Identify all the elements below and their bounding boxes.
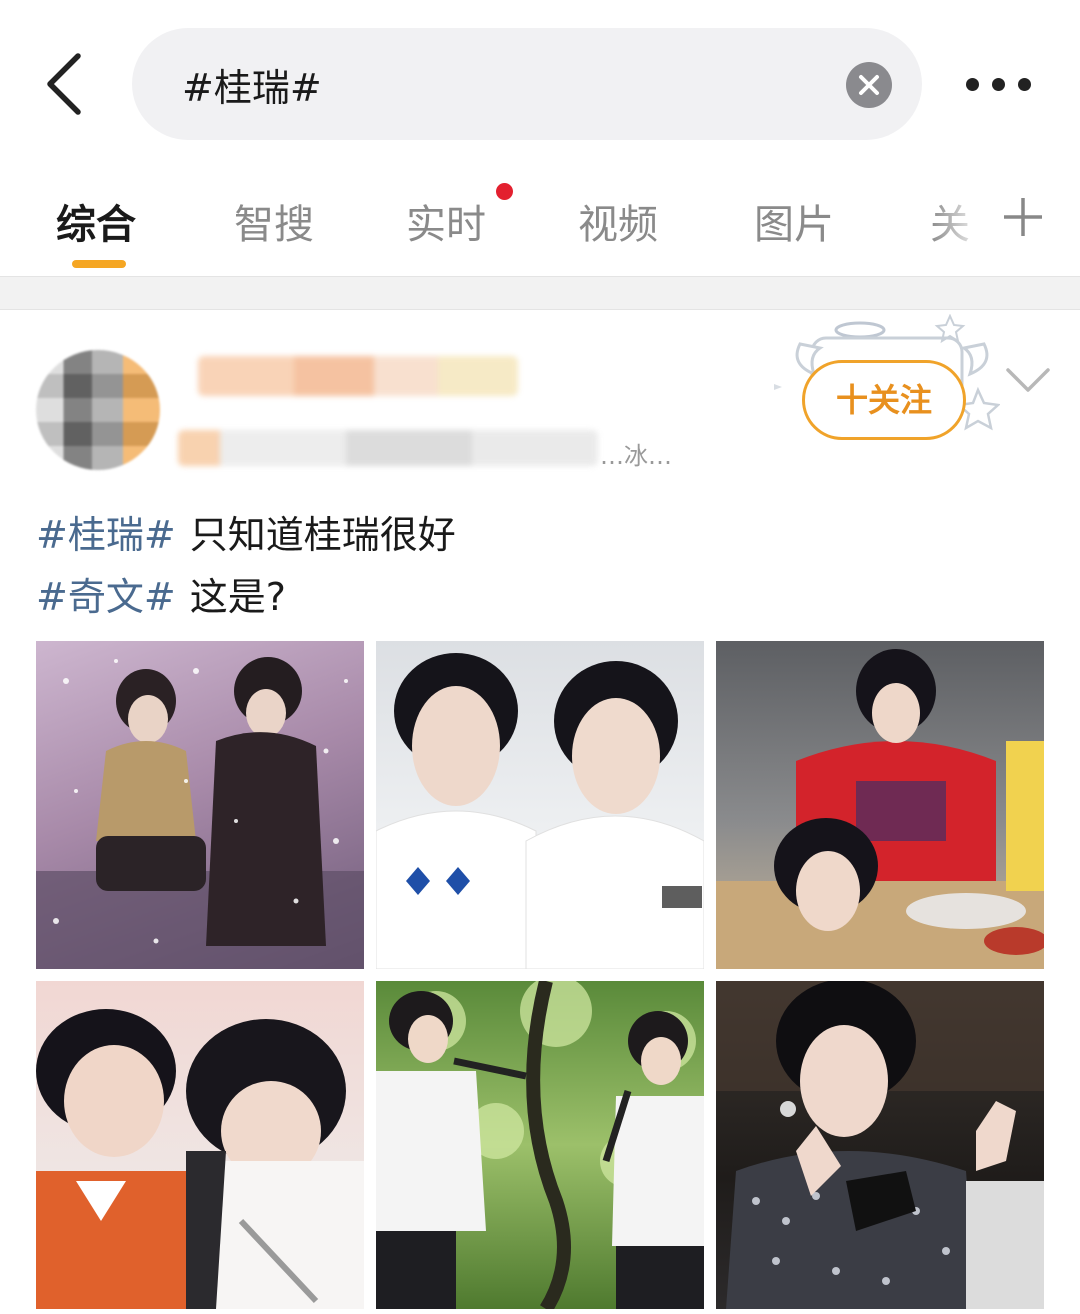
username-blurred[interactable] [198,356,518,396]
tab-realtime[interactable]: 实时 [406,192,486,250]
tab-fade-overlay [930,180,1000,270]
active-tab-indicator [72,260,126,268]
post-options-button[interactable] [1004,366,1052,396]
section-divider [0,276,1080,310]
more-dot-icon [1018,78,1031,91]
post-image-2[interactable] [376,641,704,969]
follow-button[interactable]: 十关注 [802,360,966,440]
tab-bar: 综合 智搜 实时 视频 图片 关 [0,180,1080,275]
more-options-button[interactable] [962,70,1036,100]
chevron-left-icon [47,53,81,115]
tab-smart-search[interactable]: 智搜 [234,192,314,250]
more-dot-icon [992,78,1005,91]
post-image-1[interactable] [36,641,364,969]
chevron-down-icon [1006,368,1050,392]
tab-images[interactable]: 图片 [754,192,834,250]
search-input[interactable] [182,58,822,110]
back-button[interactable] [40,52,90,116]
post-text: 这是? [189,575,286,619]
post-image-3[interactable] [716,641,1044,969]
close-icon [859,75,879,95]
avatar[interactable] [36,350,160,470]
post-meta-tail: …冰… [600,442,672,470]
hashtag-link[interactable]: #奇文# [36,575,176,619]
post-image-4[interactable] [36,981,364,1309]
post-text: 只知道桂瑞很好 [189,513,456,557]
search-bar[interactable] [132,28,922,140]
hashtag-link[interactable]: #桂瑞# [36,513,176,557]
more-dot-icon [966,78,979,91]
post-text-line-2: #奇文# 这是? [36,566,286,621]
post-image-6[interactable] [716,981,1044,1309]
tab-comprehensive[interactable]: 综合 [56,192,136,250]
new-content-badge [496,183,513,200]
post-text-line-1: #桂瑞# 只知道桂瑞很好 [36,504,456,559]
add-tab-button[interactable] [1002,196,1044,238]
post-image-5[interactable] [376,981,704,1309]
plus-icon [1004,198,1042,236]
tab-video[interactable]: 视频 [578,192,658,250]
clear-search-button[interactable] [846,62,892,108]
post-meta-blurred [178,430,598,466]
